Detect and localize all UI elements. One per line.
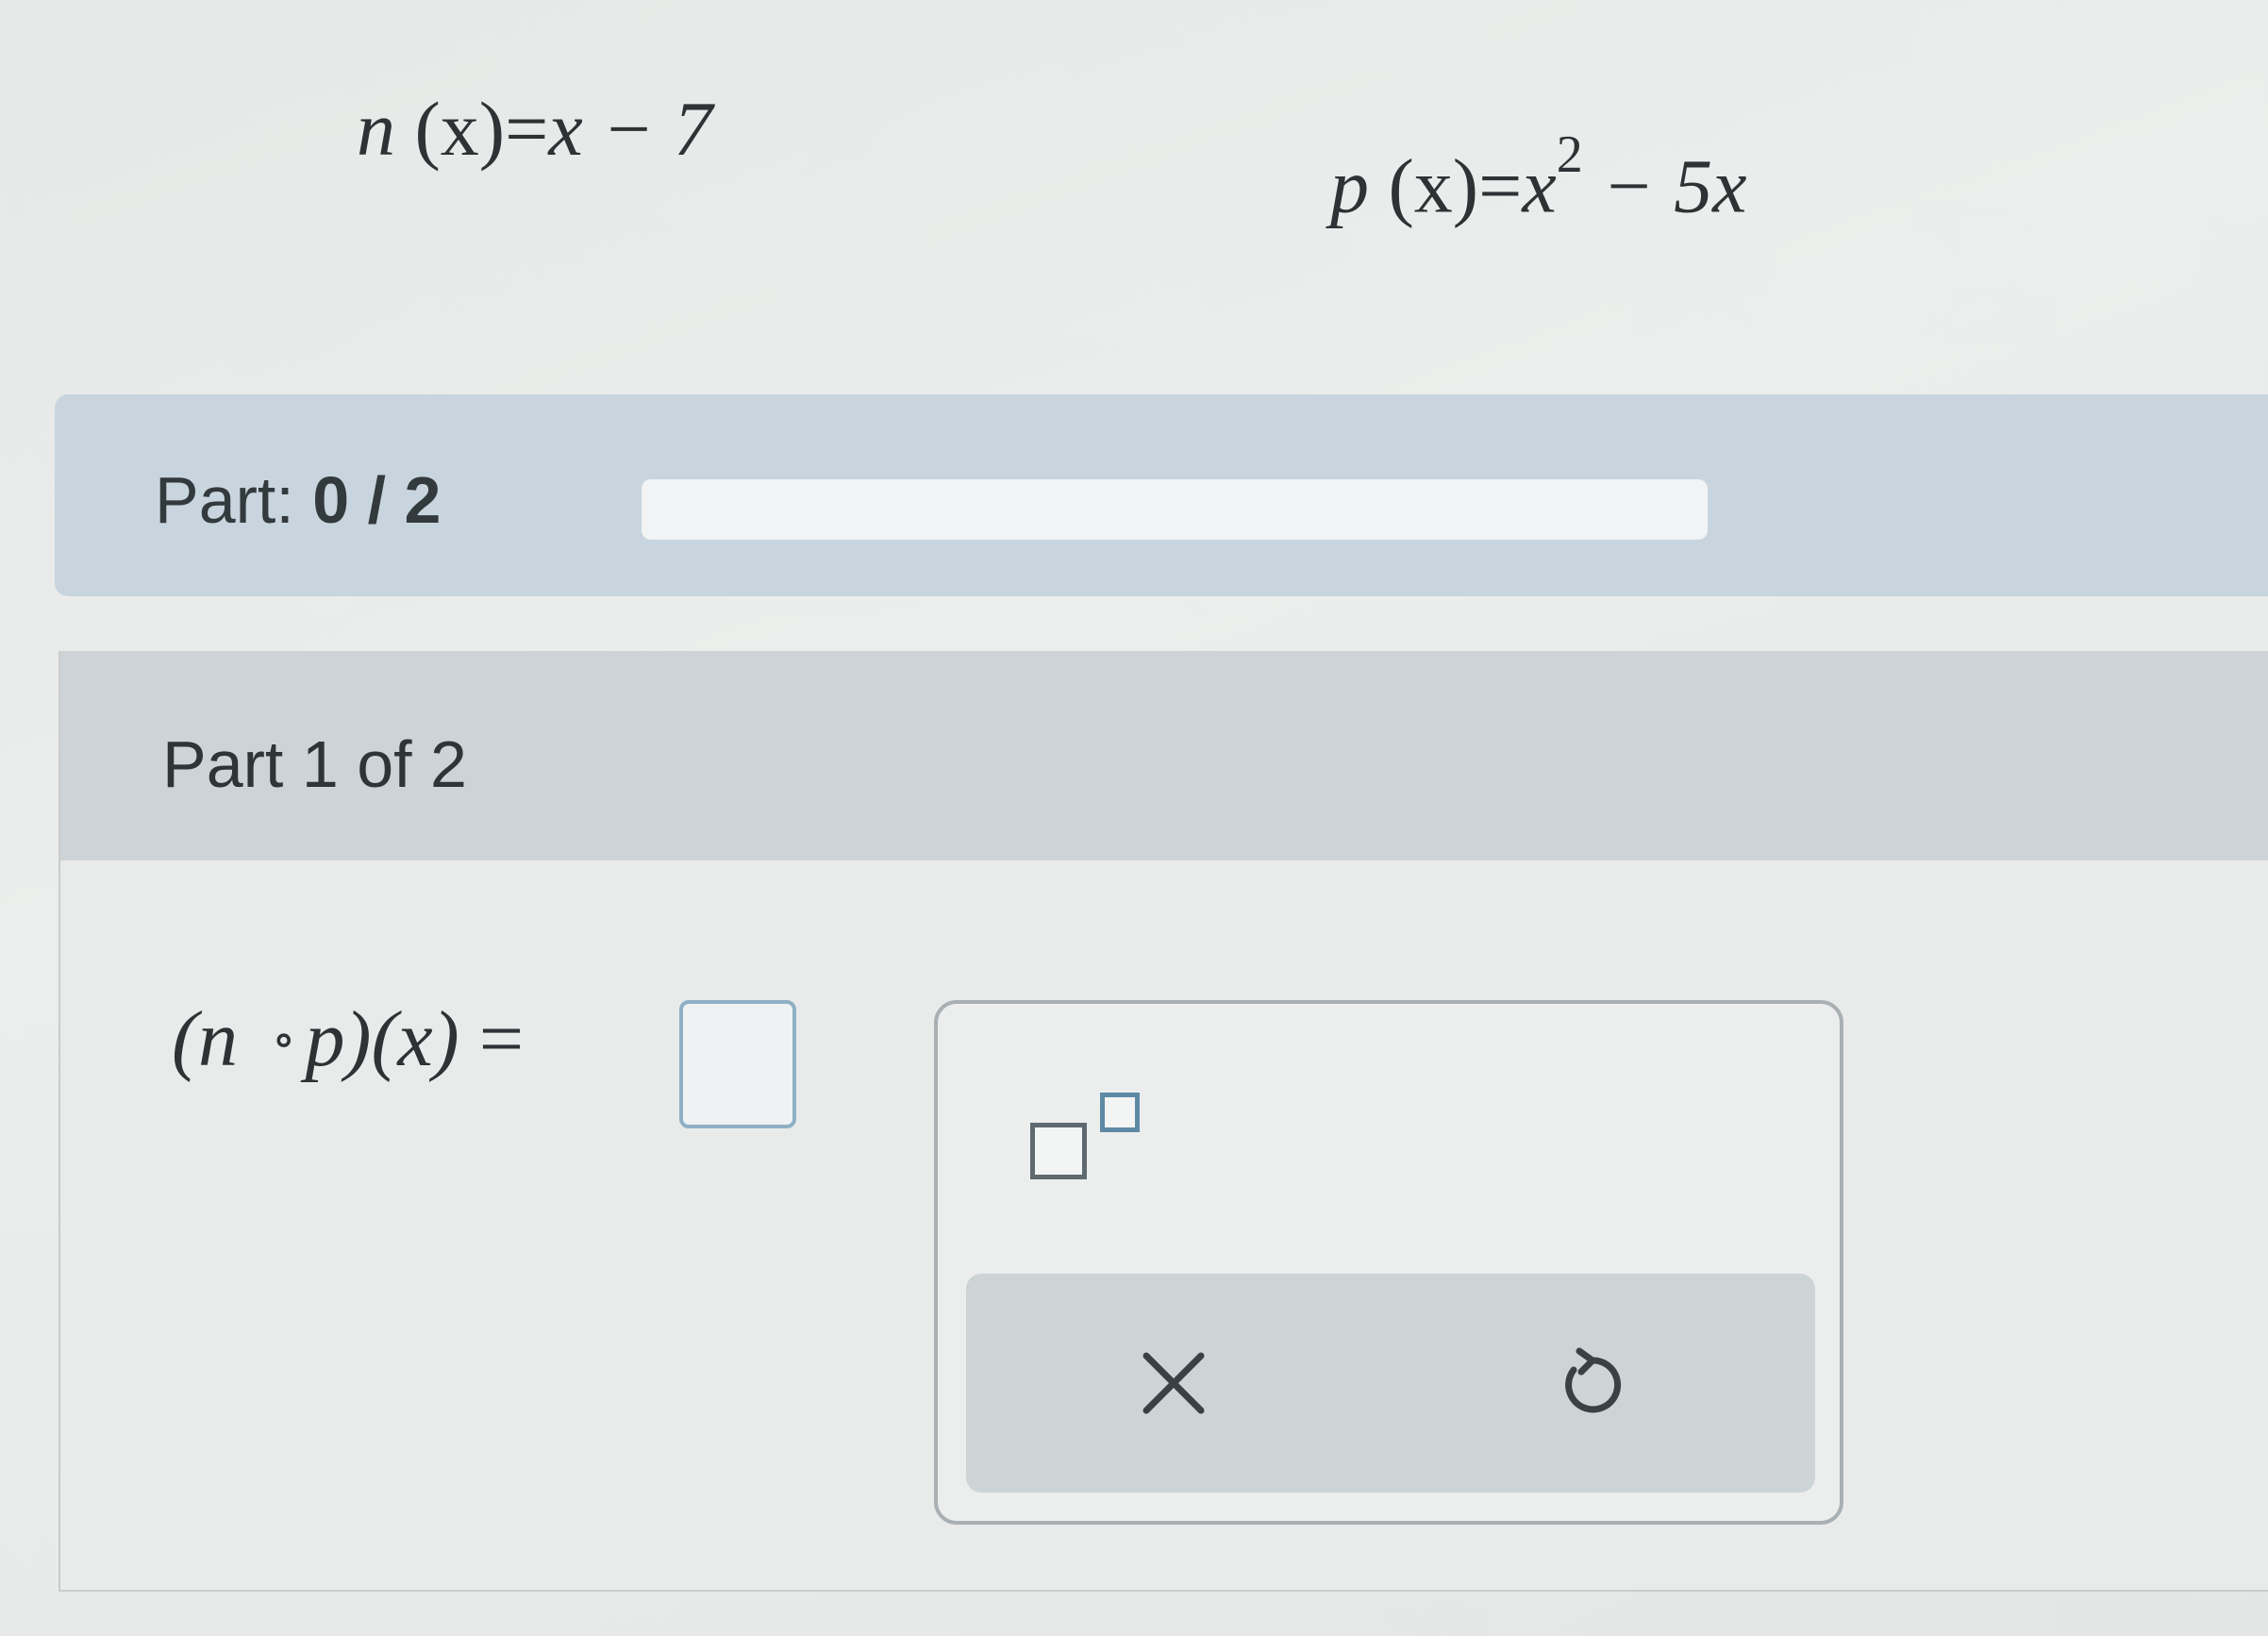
close-icon bbox=[1142, 1352, 1205, 1414]
math-keypad bbox=[934, 1000, 1843, 1525]
composition-equation: (n ∘ p)(x) = bbox=[172, 1000, 524, 1079]
function-p-definition: p (x)=x2 − 5x bbox=[1330, 128, 1747, 229]
function-n-equals: = bbox=[505, 86, 549, 172]
keypad-action-bar bbox=[966, 1274, 1815, 1493]
part-progress-track bbox=[642, 479, 1708, 540]
part-progress-prefix: Part: bbox=[155, 463, 313, 537]
function-p-rhs-exponent: 2 bbox=[1556, 125, 1583, 184]
function-p-rhs-rest: − 5x bbox=[1582, 142, 1747, 229]
exponent-button[interactable] bbox=[1013, 1072, 1145, 1194]
part-header: Part 1 of 2 bbox=[60, 651, 2268, 860]
undo-button[interactable] bbox=[1513, 1327, 1664, 1440]
clear-button[interactable] bbox=[1098, 1327, 1249, 1440]
part-progress-label: Part: 0 / 2 bbox=[155, 462, 442, 538]
function-p-arg: (x) bbox=[1388, 142, 1479, 229]
equation-equals: = bbox=[459, 995, 525, 1083]
function-p-rhs-base: x bbox=[1522, 142, 1557, 229]
equation-open: (n bbox=[172, 995, 238, 1083]
part-title: Part 1 of 2 bbox=[162, 727, 467, 801]
function-p-equals: = bbox=[1478, 142, 1523, 229]
composition-operator: ∘ bbox=[271, 1013, 296, 1067]
part-progress-panel: Part: 0 / 2 bbox=[55, 394, 2268, 596]
function-n-rhs: x − 7 bbox=[548, 86, 713, 172]
function-n-arg: (x) bbox=[414, 86, 506, 172]
exponent-power-slot-icon bbox=[1100, 1093, 1140, 1132]
part-progress-value: 0 / 2 bbox=[312, 463, 442, 537]
undo-icon bbox=[1565, 1347, 1622, 1413]
answer-input[interactable] bbox=[679, 1000, 796, 1128]
function-n-definition: n (x)=x − 7 bbox=[357, 91, 712, 168]
exponent-template-icon bbox=[1030, 1123, 1087, 1179]
function-n-name: n bbox=[357, 86, 395, 172]
function-p-name: p bbox=[1330, 142, 1369, 229]
equation-rest: p)(x) bbox=[305, 995, 459, 1083]
